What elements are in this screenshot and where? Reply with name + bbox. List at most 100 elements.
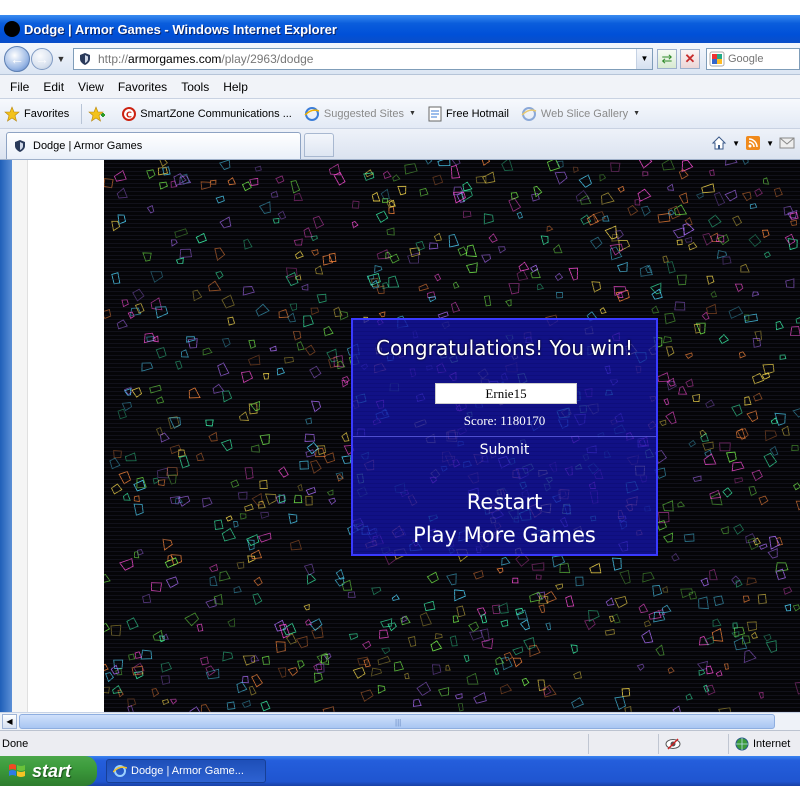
particle [432, 174, 444, 186]
particle [287, 666, 299, 677]
chevron-down-icon[interactable]: ▼ [732, 139, 740, 148]
submit-button[interactable]: Submit [353, 442, 656, 458]
particle [510, 192, 519, 201]
particle [571, 696, 585, 709]
forward-button[interactable]: → [31, 47, 53, 70]
particle [160, 662, 173, 673]
scroll-left-button[interactable]: ◀ [2, 714, 17, 729]
page-left-margin [0, 160, 28, 712]
menu-edit[interactable]: Edit [36, 80, 71, 94]
stop-button[interactable]: ✕ [680, 48, 700, 69]
particle [313, 661, 323, 671]
particle [708, 169, 715, 177]
chevron-down-icon[interactable]: ▼ [766, 139, 774, 148]
particle [110, 483, 123, 495]
favorites-item-web-slice-gallery[interactable]: Web Slice Gallery ▼ [521, 106, 640, 122]
particle [299, 460, 309, 470]
particle [636, 663, 645, 671]
particle [133, 479, 146, 492]
add-to-favorites-button[interactable] [88, 105, 110, 122]
particle [744, 396, 752, 406]
particle [104, 663, 109, 671]
particle [423, 600, 436, 612]
particle [419, 187, 429, 197]
particle [221, 337, 231, 348]
particle [260, 511, 270, 519]
refresh-button[interactable]: ⇄ [657, 48, 677, 69]
favorites-button[interactable]: Favorites [4, 105, 69, 122]
particle [237, 491, 248, 500]
particle [713, 595, 724, 607]
particle [303, 563, 315, 576]
particle [430, 640, 443, 652]
menu-file[interactable]: File [3, 80, 36, 94]
particle [123, 492, 131, 501]
particle [104, 686, 110, 694]
search-box[interactable] [706, 47, 800, 70]
particle [722, 256, 732, 265]
favorites-item-suggested-sites[interactable]: Suggested Sites ▼ [304, 106, 416, 122]
tab-dodge[interactable]: Dodge | Armor Games [6, 132, 301, 159]
play-more-games-button[interactable]: Play More Games [353, 523, 656, 547]
particle [599, 174, 607, 182]
feeds-button[interactable] [744, 134, 762, 152]
particle [377, 685, 386, 694]
security-zone[interactable]: Internet [728, 733, 800, 754]
particle [341, 375, 350, 384]
particle [259, 434, 270, 446]
particle [553, 243, 563, 254]
particle [551, 555, 566, 568]
menu-help[interactable]: Help [216, 80, 255, 94]
favorites-item-free-hotmail[interactable]: Free Hotmail [428, 106, 509, 122]
menu-favorites[interactable]: Favorites [111, 80, 174, 94]
taskbar-item-dodge[interactable]: Dodge | Armor Game... [106, 759, 266, 783]
particle [784, 603, 792, 612]
horizontal-scrollbar[interactable]: ◀ ||| [0, 712, 800, 730]
menu-view[interactable]: View [71, 80, 111, 94]
particle [188, 387, 201, 399]
search-input[interactable] [728, 52, 788, 65]
particle [208, 431, 218, 442]
particle [535, 574, 542, 580]
particle [226, 701, 236, 710]
particle [795, 500, 800, 511]
read-mail-button[interactable] [778, 134, 796, 152]
particle [323, 452, 336, 464]
status-cell-privacy[interactable] [658, 733, 728, 754]
recent-pages-dropdown[interactable]: ▼ [55, 54, 67, 64]
scrollbar-thumb[interactable]: ||| [19, 714, 775, 729]
particle [121, 299, 129, 308]
particle [239, 513, 247, 520]
particle [684, 236, 693, 243]
particle [601, 192, 615, 205]
particle [124, 452, 137, 462]
particle [200, 181, 212, 190]
favorites-item-smartzone[interactable]: C SmartZone Communications ... [122, 106, 292, 121]
particle [508, 197, 522, 213]
particle [379, 629, 389, 639]
particle [662, 500, 674, 512]
particle [748, 486, 757, 497]
restart-button[interactable]: Restart [353, 490, 656, 514]
game-canvas[interactable]: Congratulations! You win! Ernie15 Score:… [104, 160, 800, 712]
particle [695, 192, 704, 199]
new-tab-button[interactable] [304, 133, 334, 157]
particle [454, 693, 463, 700]
particle [708, 214, 722, 228]
particle [240, 370, 254, 384]
menu-tools[interactable]: Tools [174, 80, 216, 94]
start-button[interactable]: start [0, 756, 97, 786]
particle [260, 700, 271, 712]
home-button[interactable] [710, 134, 728, 152]
mail-icon [779, 137, 795, 149]
particle [452, 615, 460, 623]
particle [696, 660, 709, 671]
particle [221, 527, 237, 542]
address-dropdown[interactable]: ▼ [636, 48, 652, 69]
win-dialog: Congratulations! You win! Ernie15 Score:… [351, 318, 658, 556]
particle [303, 315, 314, 328]
back-button[interactable]: ← [4, 45, 30, 72]
particle [305, 449, 316, 458]
address-bar[interactable]: http:// armorgames.com /play/2963/dodge … [73, 47, 653, 70]
player-name-input[interactable]: Ernie15 [435, 383, 577, 404]
